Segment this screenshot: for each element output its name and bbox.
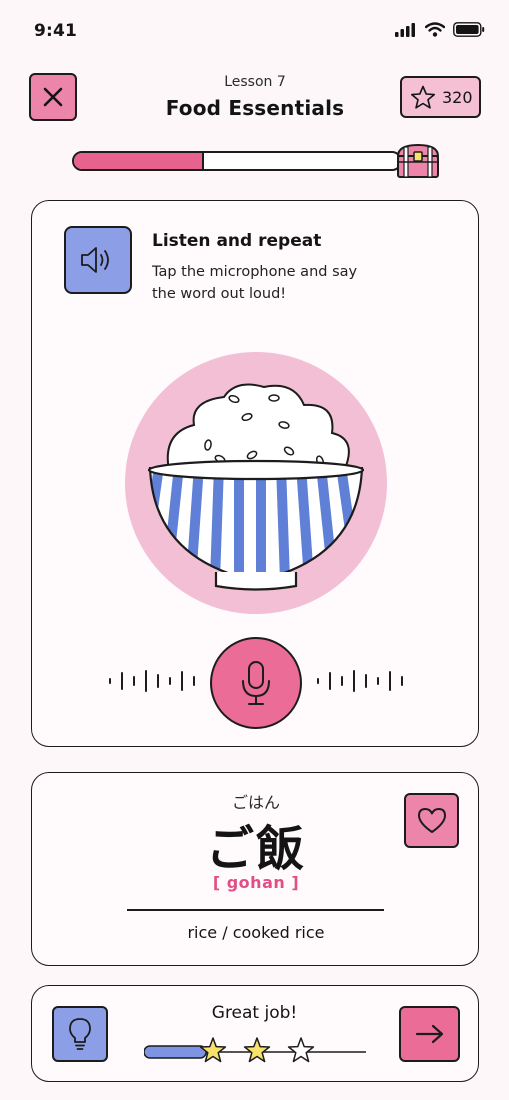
rice-bowl-illustration [125,352,387,614]
speaker-icon [81,247,109,273]
hint-button[interactable] [52,1006,108,1062]
audio-wave-right [317,670,403,692]
points-badge[interactable]: 320 [400,76,481,118]
points-value: 320 [442,87,473,107]
battery-icon [453,22,485,37]
instruction-title: Listen and repeat [152,231,322,251]
lesson-progress-fill [74,153,205,169]
rating-meter-fill [144,1045,207,1059]
play-audio-button[interactable] [64,226,132,294]
wifi-icon [425,22,445,37]
close-icon [43,87,63,107]
lesson-header: Lesson 7 Food Essentials [120,74,390,120]
romaji-reading: [ gohan ] [212,873,300,892]
status-icons [395,22,485,37]
audio-wave-left [109,670,195,692]
heart-icon [417,808,446,833]
star-filled-icon [199,1037,227,1063]
status-time: 9:41 [34,21,78,41]
status-bar: 9:41 [0,0,509,60]
microphone-button[interactable] [210,637,302,729]
lesson-title: Food Essentials [165,96,345,120]
star-icon [411,85,435,109]
star-empty-icon [287,1037,315,1063]
lesson-number: Lesson 7 [224,74,286,90]
star-filled-icon [243,1037,271,1063]
lesson-progress-bar [72,151,402,171]
exercise-card: Listen and repeat Tap the microphone and… [31,200,479,747]
arrow-right-icon [415,1024,443,1044]
vocabulary-card: ごはん ご飯 [ gohan ] rice / cooked rice [31,772,479,966]
feedback-card: Great job! [31,985,479,1082]
star-rating-meter [144,1037,366,1063]
close-button[interactable] [29,73,77,121]
next-button[interactable] [399,1006,460,1062]
divider [127,909,384,911]
feedback-message: Great job! [211,1003,298,1023]
lightbulb-icon [69,1018,91,1050]
treasure-chest-icon[interactable] [395,142,441,180]
instruction-text: Tap the microphone and say the word out … [152,264,358,302]
signal-icon [395,22,415,37]
favorite-button[interactable] [404,793,459,848]
word-meaning: rice / cooked rice [187,923,325,942]
microphone-icon [242,661,270,705]
